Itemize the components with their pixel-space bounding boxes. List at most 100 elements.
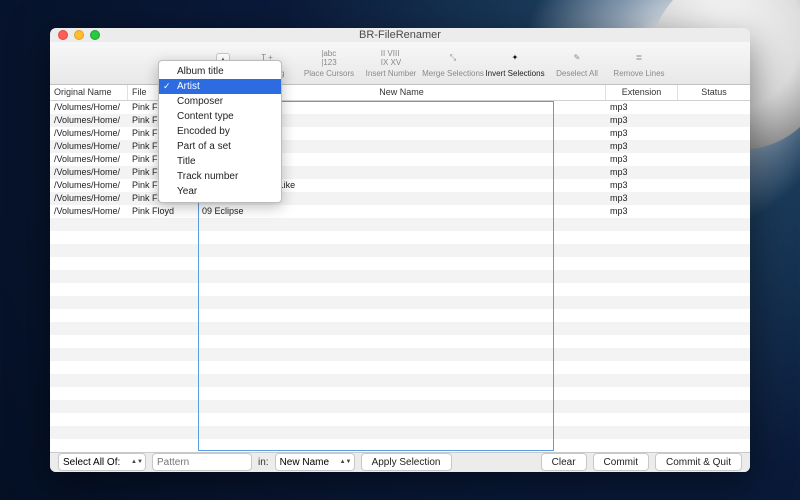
apply-selection-button[interactable]: Apply Selection <box>361 453 452 471</box>
col-status[interactable]: Status <box>678 85 750 100</box>
commit-button[interactable]: Commit <box>593 453 649 471</box>
cell-newname <box>198 387 606 400</box>
in-column-value: New Name <box>280 457 329 468</box>
table-row[interactable] <box>50 231 750 244</box>
cell-extension: mp3 <box>606 205 678 218</box>
cell-original: /Volumes/Home/ <box>50 140 128 153</box>
table-row[interactable] <box>50 335 750 348</box>
table-row[interactable]: /Volumes/Home/Pink Floyd07 Any Colour Yo… <box>50 179 750 192</box>
cell-status <box>678 140 750 153</box>
cell-original <box>50 322 128 335</box>
table-body: /Volumes/Home/Pink Floy_Breathemp3/Volum… <box>50 101 750 452</box>
table-row[interactable] <box>50 348 750 361</box>
table-row[interactable] <box>50 283 750 296</box>
table-row[interactable] <box>50 400 750 413</box>
cell-newname <box>198 361 606 374</box>
insert-number-icon: II VIII IX XV <box>380 48 402 68</box>
popup-item-encoded-by[interactable]: Encoded by <box>159 124 281 139</box>
toolbar-invert-selections[interactable]: ✦Invert Selections <box>484 42 546 84</box>
cell-newname <box>198 296 606 309</box>
clear-button[interactable]: Clear <box>541 453 587 471</box>
popup-item-title[interactable]: Title <box>159 154 281 169</box>
table-row[interactable] <box>50 309 750 322</box>
toolbar-deselect-all[interactable]: ✎Deselect All <box>546 42 608 84</box>
minimize-icon[interactable] <box>74 30 84 40</box>
zoom-icon[interactable] <box>90 30 100 40</box>
toolbar-place-cursors[interactable]: |abc |123Place Cursors <box>298 42 360 84</box>
table-row[interactable] <box>50 257 750 270</box>
cell-newname: 09 Eclipse <box>198 205 606 218</box>
table-row[interactable] <box>50 387 750 400</box>
commit-quit-button[interactable]: Commit & Quit <box>655 453 742 471</box>
cell-original <box>50 309 128 322</box>
cell-status <box>678 114 750 127</box>
select-all-of-dropdown[interactable]: Select All Of: ▲▼ <box>58 453 146 471</box>
toolbar-remove-lines[interactable]: ≣Remove Lines <box>608 42 670 84</box>
pattern-input[interactable] <box>152 453 252 471</box>
cell-file <box>128 231 198 244</box>
table-row[interactable]: /Volumes/Home/Pink Floyig In The Skymp3 <box>50 140 750 153</box>
cell-original: /Volumes/Home/ <box>50 192 128 205</box>
cell-original <box>50 426 128 439</box>
col-extension[interactable]: Extension <box>606 85 678 100</box>
table-row[interactable]: /Volumes/Home/Pink Floymp3 <box>50 127 750 140</box>
check-icon: ✓ <box>163 81 171 92</box>
table-row[interactable] <box>50 244 750 257</box>
cell-extension <box>606 374 678 387</box>
cell-file <box>128 374 198 387</box>
cell-newname <box>198 244 606 257</box>
table-row[interactable] <box>50 374 750 387</box>
table-row[interactable] <box>50 426 750 439</box>
table-row[interactable] <box>50 218 750 231</box>
toolbar-merge-selections[interactable]: ⤡Merge Selections <box>422 42 484 84</box>
cell-original <box>50 257 128 270</box>
cell-original <box>50 270 128 283</box>
close-icon[interactable] <box>58 30 68 40</box>
table-row[interactable]: /Volumes/Home/Pink Floyd05 Moneymp3 <box>50 153 750 166</box>
cell-status <box>678 400 750 413</box>
table-row[interactable]: /Volumes/Home/Pink Floyd06 Us And Themmp… <box>50 166 750 179</box>
table-row[interactable] <box>50 270 750 283</box>
popup-item-year[interactable]: Year <box>159 184 281 199</box>
table-row[interactable]: /Volumes/Home/Pink Floymp3 <box>50 114 750 127</box>
cell-extension <box>606 361 678 374</box>
table-row[interactable]: /Volumes/Home/Pink Floyd09 Eclipsemp3 <box>50 205 750 218</box>
bottom-bar: Select All Of: ▲▼ in: New Name ▲▼ Apply … <box>50 452 750 472</box>
popup-item-artist[interactable]: ✓Artist <box>159 79 281 94</box>
cell-file <box>128 335 198 348</box>
cell-status <box>678 283 750 296</box>
cell-file <box>128 283 198 296</box>
table-row[interactable]: /Volumes/Home/Pink Floyd08 Brain Damagem… <box>50 192 750 205</box>
popup-item-composer[interactable]: Composer <box>159 94 281 109</box>
cell-status <box>678 309 750 322</box>
in-column-dropdown[interactable]: New Name ▲▼ <box>275 453 355 471</box>
popup-item-part-of-a-set[interactable]: Part of a set <box>159 139 281 154</box>
cell-newname <box>198 309 606 322</box>
toolbar-label: Insert Number <box>366 69 417 78</box>
popup-item-album-title[interactable]: Album title <box>159 64 281 79</box>
table-row[interactable] <box>50 296 750 309</box>
titlebar: BR-FileRenamer <box>50 28 750 42</box>
cell-newname <box>198 257 606 270</box>
cell-newname <box>198 335 606 348</box>
cell-original <box>50 244 128 257</box>
cell-status <box>678 439 750 452</box>
toolbar-label: Invert Selections <box>485 69 544 78</box>
cell-newname <box>198 348 606 361</box>
col-original[interactable]: Original Name <box>50 85 128 100</box>
table-row[interactable] <box>50 413 750 426</box>
toolbar-insert-number[interactable]: II VIII IX XVInsert Number <box>360 42 422 84</box>
table-row[interactable] <box>50 439 750 452</box>
cell-file <box>128 257 198 270</box>
table-row[interactable]: /Volumes/Home/Pink Floy_Breathemp3 <box>50 101 750 114</box>
popup-item-content-type[interactable]: Content type <box>159 109 281 124</box>
cell-file <box>128 244 198 257</box>
cell-status <box>678 166 750 179</box>
popup-item-track-number[interactable]: Track number <box>159 169 281 184</box>
cell-status <box>678 335 750 348</box>
window-title: BR-FileRenamer <box>50 29 750 41</box>
cell-original <box>50 361 128 374</box>
cell-extension <box>606 400 678 413</box>
table-row[interactable] <box>50 322 750 335</box>
table-row[interactable] <box>50 361 750 374</box>
